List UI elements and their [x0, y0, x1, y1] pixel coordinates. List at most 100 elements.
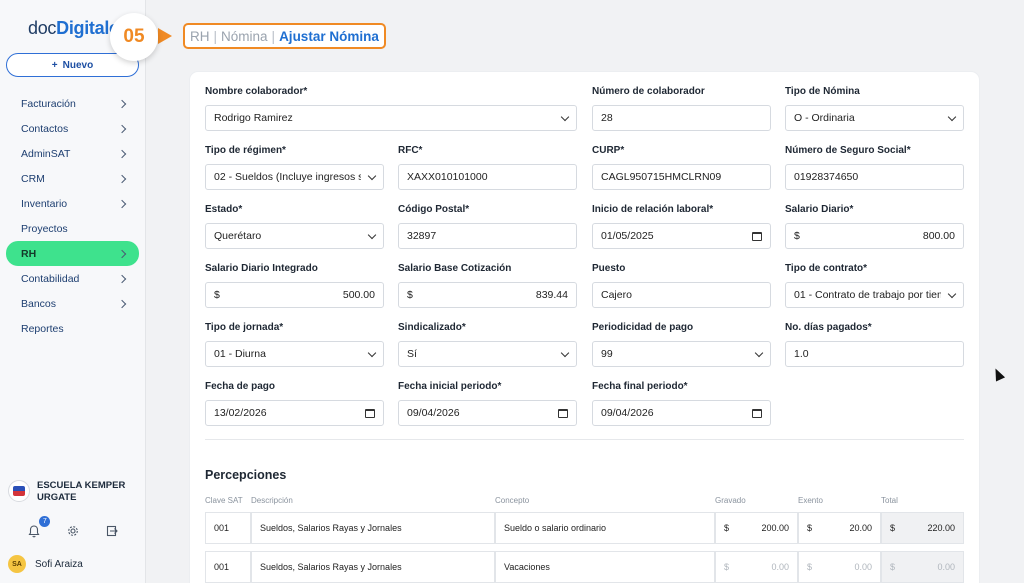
- chevron-down-icon: [560, 112, 570, 121]
- breadcrumb-rh[interactable]: RH: [190, 29, 210, 44]
- puesto-label: Puesto: [592, 263, 626, 274]
- fecha-final-input[interactable]: 09/04/2026: [592, 400, 771, 426]
- table-header-cell: Exento: [798, 496, 823, 505]
- curp-input[interactable]: CAGL950715HMCLRN09: [592, 164, 771, 190]
- calendar-icon[interactable]: [752, 408, 762, 418]
- percepcion-exento-cell[interactable]: $20.00: [798, 512, 881, 544]
- sidebar-item-adminsat[interactable]: AdminSAT: [6, 141, 139, 166]
- field-tipo-nomina: Tipo de Nómina O - Ordinaria: [785, 86, 964, 131]
- sbc-label: Salario Base Cotización: [398, 263, 512, 274]
- user-name: Sofi Araiza: [35, 558, 83, 570]
- tipo-contrato-select[interactable]: 01 - Contrato de trabajo por tiem...: [785, 282, 964, 308]
- new-button[interactable]: + Nuevo: [6, 53, 139, 77]
- gear-icon[interactable]: [64, 522, 82, 540]
- numero-colaborador-input[interactable]: 28: [592, 105, 771, 131]
- sidebar-item-facturaci-n[interactable]: Facturación: [6, 91, 139, 116]
- percepcion-clave-cell[interactable]: 001: [205, 512, 251, 544]
- percepcion-total-cell: $0.00: [881, 551, 964, 583]
- percepcion-total-value: 220.00: [927, 523, 955, 533]
- tipo-regimen-select[interactable]: 02 - Sueldos (Incluye ingresos se...: [205, 164, 384, 190]
- chevron-down-icon: [560, 348, 570, 357]
- percepcion-exento-cell[interactable]: $0.00: [798, 551, 881, 583]
- fecha-inicial-label: Fecha inicial periodo*: [398, 381, 502, 392]
- tipo-regimen-value: 02 - Sueldos (Incluye ingresos se...: [214, 171, 361, 183]
- sidebar-item-label: Proyectos: [21, 222, 68, 235]
- table-header-cell: Total: [881, 496, 898, 505]
- field-sindicalizado: Sindicalizado* Sí: [398, 322, 577, 367]
- nombre-colaborador-select[interactable]: Rodrigo Ramirez: [205, 105, 577, 131]
- percepcion-gravado-cell[interactable]: $200.00: [715, 512, 798, 544]
- user-profile[interactable]: SA Sofi Araiza: [8, 555, 83, 573]
- table-header-cell: Descripción: [251, 496, 293, 505]
- percepcion-clave-value: 001: [214, 523, 230, 533]
- percepcion-descripcion-value: Sueldos, Salarios Rayas y Jornales: [260, 562, 402, 572]
- currency-sign: $: [724, 562, 730, 572]
- periodicidad-select[interactable]: 99: [592, 341, 771, 367]
- sidebar-item-reportes[interactable]: Reportes: [6, 316, 139, 341]
- percepcion-clave-cell[interactable]: 001: [205, 551, 251, 583]
- percepcion-concepto-cell[interactable]: Vacaciones: [495, 551, 715, 583]
- sbc-input[interactable]: $839.44: [398, 282, 577, 308]
- logout-icon[interactable]: [103, 522, 121, 540]
- sindicalizado-select[interactable]: Sí: [398, 341, 577, 367]
- percepcion-clave-value: 001: [214, 562, 230, 572]
- calendar-icon[interactable]: [365, 408, 375, 418]
- sidebar-item-proyectos[interactable]: Proyectos: [6, 216, 139, 241]
- percepcion-exento-value: 0.00: [854, 562, 872, 572]
- calendar-icon[interactable]: [752, 231, 762, 241]
- chevron-down-icon: [947, 112, 957, 121]
- estado-value: Querétaro: [214, 230, 262, 242]
- sidebar-item-contactos[interactable]: Contactos: [6, 116, 139, 141]
- codigo-postal-input[interactable]: 32897: [398, 223, 577, 249]
- chevron-right-icon: [117, 249, 127, 258]
- chevron-down-icon: [367, 348, 377, 357]
- chevron-right-icon: [117, 124, 127, 133]
- field-codigo-postal: Código Postal* 32897: [398, 204, 577, 249]
- sidebar-item-contabilidad[interactable]: Contabilidad: [6, 266, 139, 291]
- fecha-pago-input[interactable]: 13/02/2026: [205, 400, 384, 426]
- sidebar-item-label: Inventario: [21, 197, 68, 210]
- chevron-right-icon: [117, 174, 127, 183]
- rfc-input[interactable]: XAXX010101000: [398, 164, 577, 190]
- breadcrumb-nomina[interactable]: Nómina: [221, 29, 268, 44]
- calendar-icon[interactable]: [558, 408, 568, 418]
- organization-switcher[interactable]: ESCUELA KEMPER URGATE: [8, 480, 137, 504]
- percepcion-gravado-value: 0.00: [771, 562, 789, 572]
- curp-label: CURP*: [592, 145, 625, 156]
- sidebar-item-crm[interactable]: CRM: [6, 166, 139, 191]
- sidebar-item-inventario[interactable]: Inventario: [6, 191, 139, 216]
- bell-icon[interactable]: 7: [25, 516, 51, 540]
- table-header-cell: Gravado: [715, 496, 746, 505]
- percepcion-concepto-cell[interactable]: Sueldo o salario ordinario: [495, 512, 715, 544]
- percepcion-descripcion-cell[interactable]: Sueldos, Salarios Rayas y Jornales: [251, 551, 495, 583]
- fecha-final-value: 09/04/2026: [601, 407, 654, 419]
- estado-select[interactable]: Querétaro: [205, 223, 384, 249]
- puesto-input[interactable]: Cajero: [592, 282, 771, 308]
- sidebar-item-label: RH: [21, 247, 37, 260]
- field-nombre-colaborador: Nombre colaborador* Rodrigo Ramirez: [205, 86, 577, 131]
- salario-diario-input[interactable]: $800.00: [785, 223, 964, 249]
- percepciones-title: Percepciones: [205, 468, 287, 482]
- fecha-inicial-input[interactable]: 09/04/2026: [398, 400, 577, 426]
- percepcion-gravado-cell[interactable]: $0.00: [715, 551, 798, 583]
- inicio-relacion-input[interactable]: 01/05/2025: [592, 223, 771, 249]
- tipo-nomina-label: Tipo de Nómina: [785, 86, 860, 97]
- breadcrumb: RH | Nómina | Ajustar Nómina: [183, 23, 386, 49]
- mouse-cursor-icon: [990, 366, 1006, 382]
- sidebar-item-bancos[interactable]: Bancos: [6, 291, 139, 316]
- chevron-down-icon: [367, 171, 377, 180]
- dias-pagados-input[interactable]: 1.0: [785, 341, 964, 367]
- nss-label: Número de Seguro Social*: [785, 145, 911, 156]
- sidebar-nav: Facturación Contactos AdminSAT CRM Inventari…: [6, 91, 139, 341]
- sindicalizado-label: Sindicalizado*: [398, 322, 466, 333]
- sdi-input[interactable]: $500.00: [205, 282, 384, 308]
- nss-input[interactable]: 01928374650: [785, 164, 964, 190]
- periodicidad-label: Periodicidad de pago: [592, 322, 694, 333]
- percepcion-exento-value: 20.00: [849, 523, 872, 533]
- sidebar-item-rh[interactable]: RH: [6, 241, 139, 266]
- tipo-jornada-select[interactable]: 01 - Diurna: [205, 341, 384, 367]
- percepcion-descripcion-cell[interactable]: Sueldos, Salarios Rayas y Jornales: [251, 512, 495, 544]
- tipo-nomina-select[interactable]: O - Ordinaria: [785, 105, 964, 131]
- periodicidad-value: 99: [601, 348, 613, 360]
- currency-sign: $: [407, 289, 413, 301]
